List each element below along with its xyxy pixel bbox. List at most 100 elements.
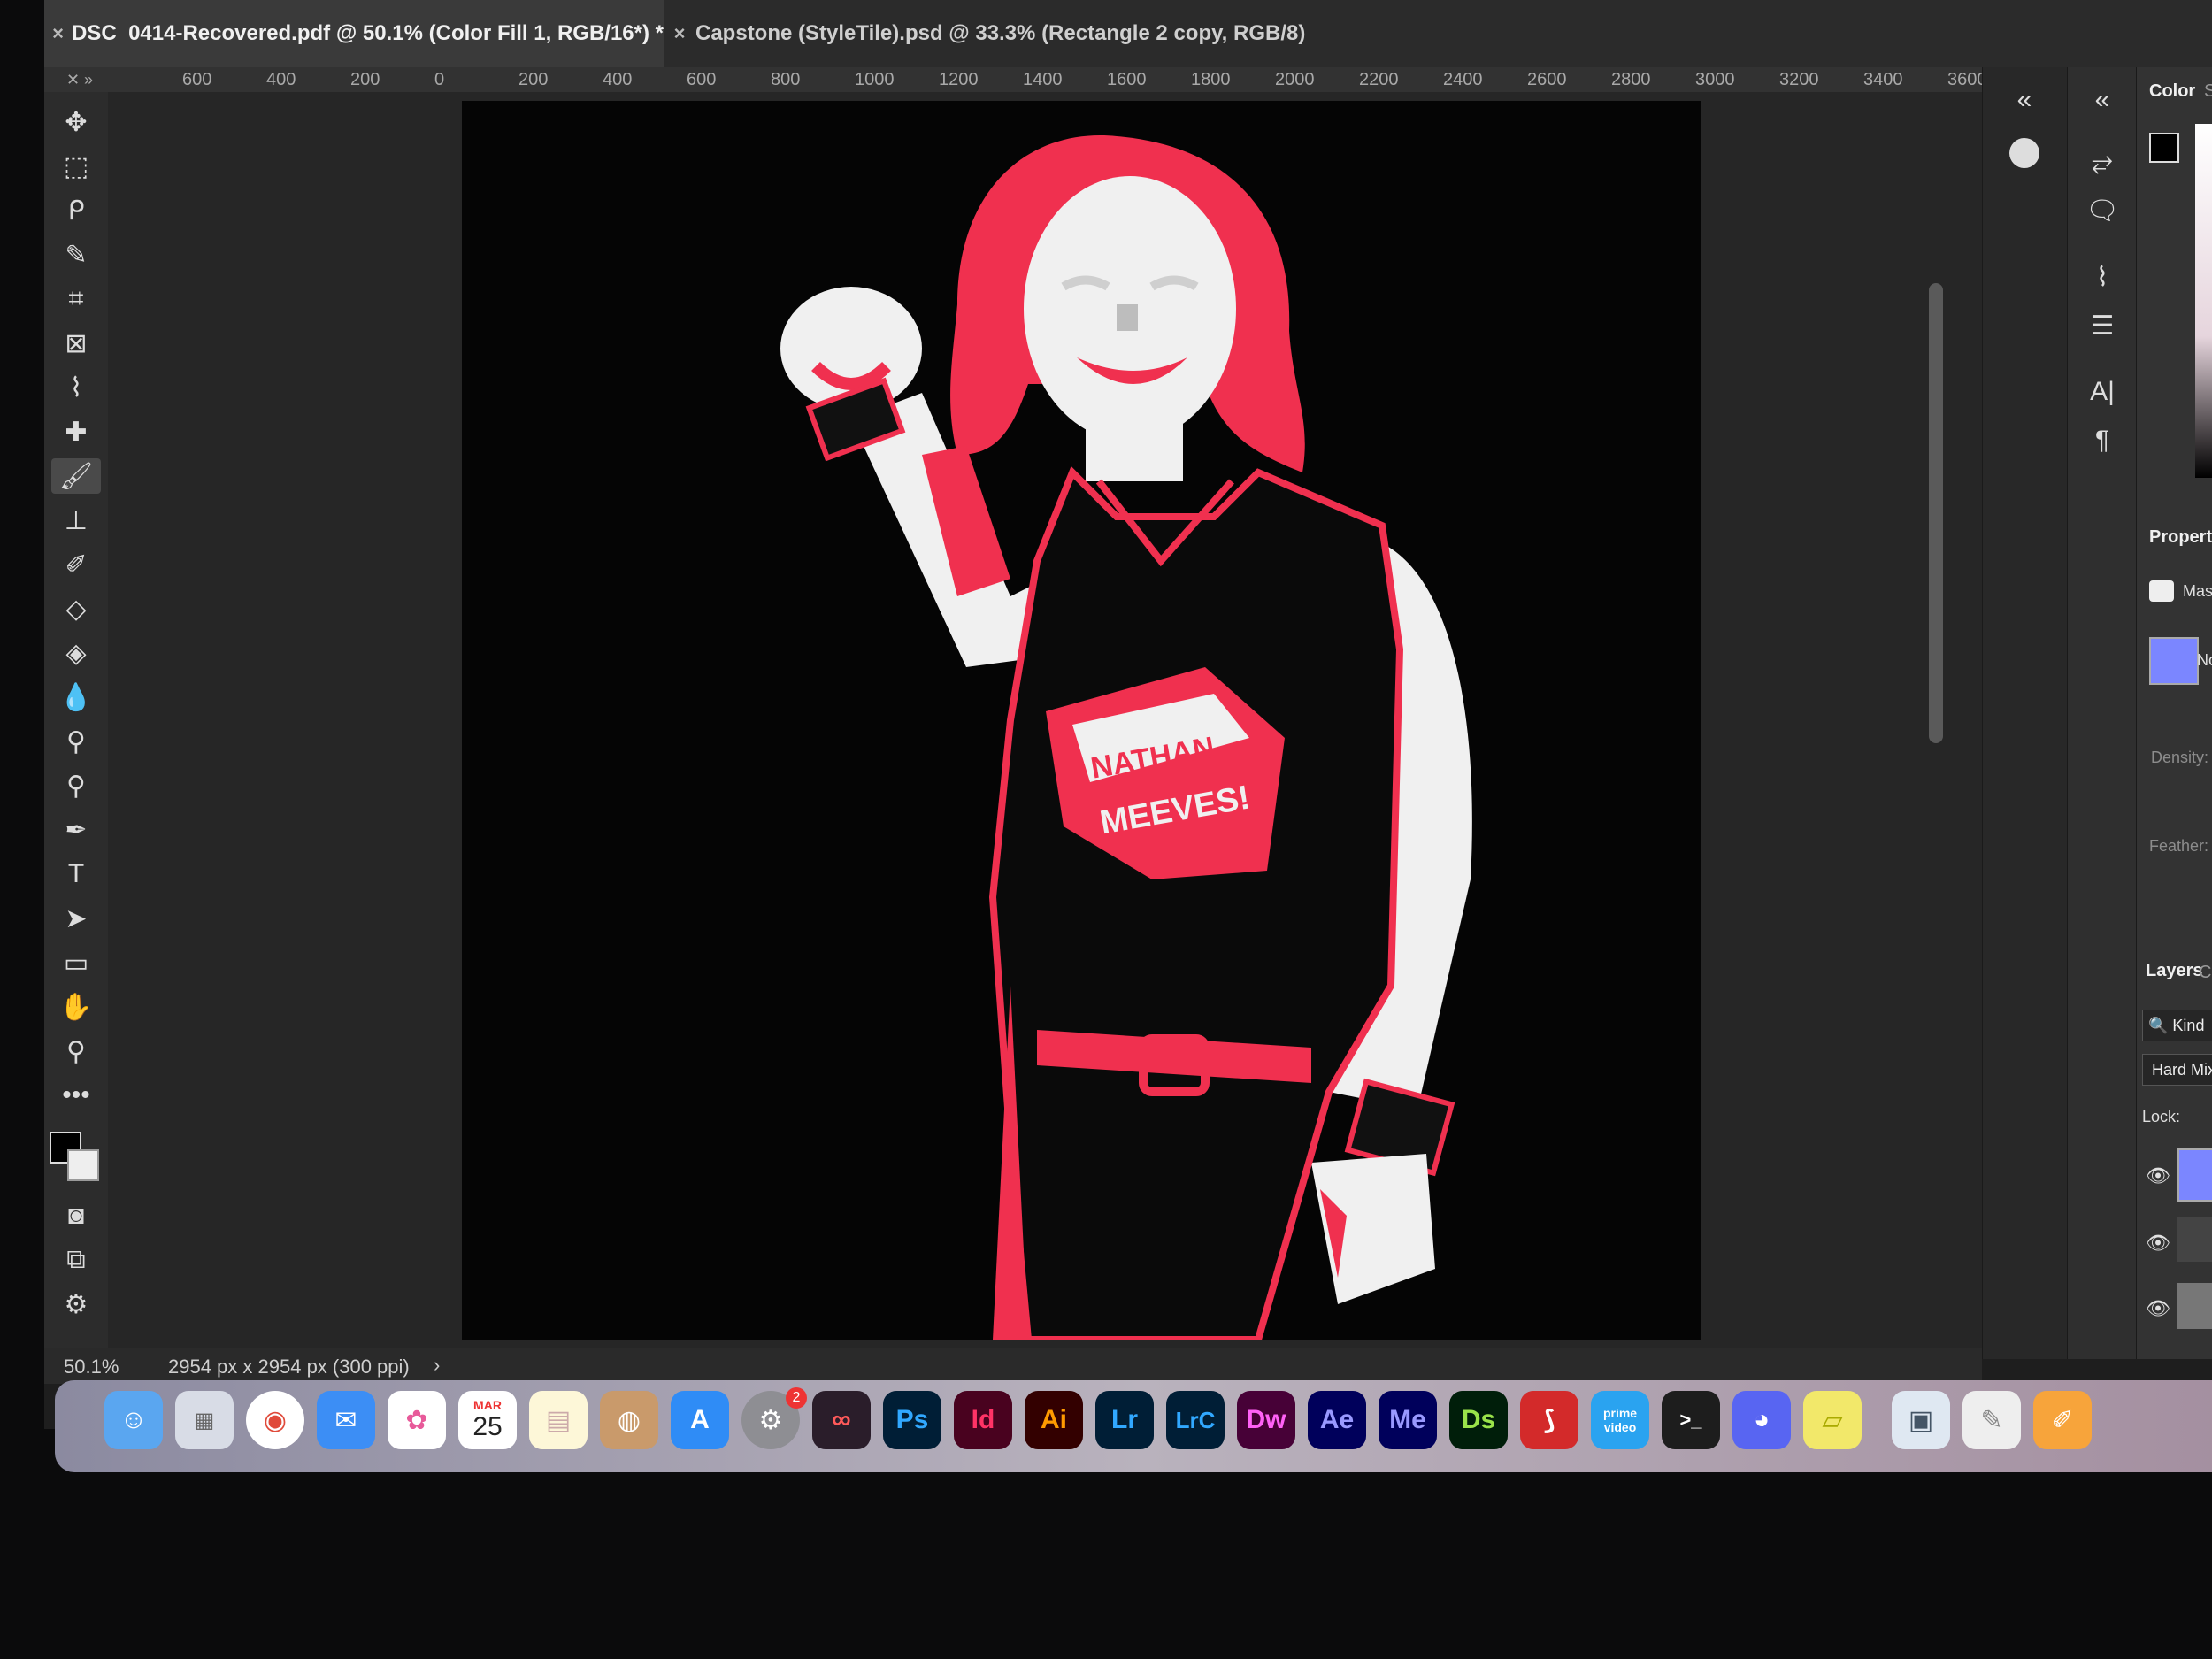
preview-icon[interactable]: ▣ (1892, 1391, 1950, 1449)
more-tools-icon[interactable]: ••• (51, 1078, 101, 1113)
tab-swatches[interactable]: Swatches (2204, 81, 2212, 102)
layer-kind-filter[interactable]: 🔍 Kind (2142, 1010, 2212, 1041)
path-select-icon[interactable]: ➤ (51, 901, 101, 936)
ruler-tick-label: 3400 (1863, 70, 1903, 89)
healing-brush-icon[interactable]: ✚ (51, 414, 101, 449)
lightroom-classic-app-icon[interactable]: LrC (1166, 1391, 1225, 1449)
properties-layers-panel: Color Swatches Properties Masks No mask … (2136, 67, 2212, 1359)
horizontal-ruler: 600 400 200 0 200 400 600 800 1000 1200 1400 1600 18… (115, 67, 1987, 93)
blur-tool-icon[interactable]: 💧 (51, 680, 101, 715)
dimension-app-icon[interactable]: Ds (1449, 1391, 1508, 1449)
status-more-chevron-icon[interactable]: › (434, 1354, 440, 1377)
tab-layers[interactable]: Layers (2146, 961, 2203, 981)
ruler-tick-label: 1200 (939, 70, 979, 89)
eraser-tool-icon[interactable]: ◇ (51, 591, 101, 626)
panel-collapse-icon[interactable]: ✕ » (44, 67, 115, 92)
tab-color[interactable]: Color (2149, 81, 2195, 102)
quick-select-tool-icon[interactable]: ✎ (51, 237, 101, 273)
layer-thumbnail-photo[interactable] (2177, 1283, 2212, 1329)
crop-tool-icon[interactable]: ⌗ (51, 281, 101, 317)
after-effects-app-icon[interactable]: Ae (1308, 1391, 1366, 1449)
document-canvas[interactable]: NATHAN MEEVES! (462, 101, 1701, 1343)
media-encoder-app-icon[interactable]: Me (1379, 1391, 1437, 1449)
paragraph-icon[interactable]: ¶ (2080, 426, 2124, 461)
libraries-icon[interactable] (2009, 138, 2039, 168)
panel-dock-collapsed: « (1982, 67, 2068, 1359)
finder-icon[interactable]: ☺ (104, 1391, 163, 1449)
canvas-pasteboard[interactable]: NATHAN MEEVES! (108, 92, 1982, 1357)
type-tool-icon[interactable]: T (51, 856, 101, 892)
pen-tool-icon[interactable]: ✒ (51, 812, 101, 848)
launchpad-icon[interactable]: ▦ (175, 1391, 234, 1449)
tab-channels[interactable]: Channels (2199, 963, 2212, 983)
layer-thumbnail-adjustment[interactable] (2177, 1217, 2212, 1262)
ruler-tick-label: 400 (603, 70, 633, 89)
photos-icon[interactable]: ✿ (388, 1391, 446, 1449)
calendar-icon[interactable]: MAR 25 (458, 1391, 517, 1449)
quick-mask-icon[interactable]: ◙ (51, 1198, 101, 1233)
frame-tool-icon[interactable]: ⊠ (51, 326, 101, 361)
paint-bucket-icon[interactable]: ◈ (51, 635, 101, 671)
chrome-icon[interactable]: ◉ (246, 1391, 304, 1449)
creative-cloud-icon[interactable]: ∞ (812, 1391, 871, 1449)
terminal-icon[interactable]: >_ (1662, 1391, 1720, 1449)
lightroom-app-icon[interactable]: Lr (1095, 1391, 1154, 1449)
close-tab-icon[interactable]: × (44, 22, 72, 45)
dodge-tool-icon[interactable]: ⚲ (51, 724, 101, 759)
blend-mode-select[interactable]: Hard Mix (2142, 1054, 2212, 1086)
prime-video-icon[interactable]: prime video (1591, 1391, 1649, 1449)
hand-tool-icon[interactable]: ✋ (51, 989, 101, 1025)
background-color-swatch[interactable] (67, 1149, 99, 1181)
close-tab-icon[interactable]: × (664, 22, 695, 45)
brush-tool-icon[interactable]: 🖌 (51, 458, 101, 494)
notes-icon[interactable]: ▤ (529, 1391, 588, 1449)
mail-icon[interactable]: ✉ (317, 1391, 375, 1449)
panel-collapse-icon[interactable]: « (2002, 85, 2047, 120)
tab-properties[interactable]: Properties (2149, 527, 2212, 548)
zoom-level[interactable]: 50.1% (64, 1356, 119, 1379)
history-icon[interactable]: ⥂ (2080, 147, 2124, 182)
app-store-icon[interactable]: A (671, 1391, 729, 1449)
illustrator-app-icon[interactable]: Ai (1025, 1391, 1083, 1449)
burn-tool-icon[interactable]: ⚲ (51, 768, 101, 803)
discord-icon[interactable]: ◕ (1732, 1391, 1791, 1449)
brush-settings-icon[interactable]: ⌇ (2080, 262, 2124, 297)
eyedropper-tool-icon[interactable]: ⌇ (51, 370, 101, 405)
vertical-scrollbar[interactable] (1929, 283, 1943, 743)
adjustments-icon[interactable]: ☰ (2080, 311, 2124, 346)
panel-collapse-icon[interactable]: « (2080, 85, 2124, 120)
color-foreground-swatch[interactable] (2149, 133, 2179, 163)
layer-thumbnail-color-fill[interactable] (2177, 1148, 2212, 1202)
document-dimensions: 2954 px x 2954 px (300 ppi) (168, 1356, 410, 1378)
indesign-app-icon[interactable]: Id (954, 1391, 1012, 1449)
visibility-eye-icon[interactable]: 👁 (2146, 1232, 2170, 1255)
lock-label: Lock: (2142, 1108, 2181, 1125)
macos-dock: ☺ ▦ ◉ ✉ ✿ MAR 25 ▤ ◍ A ⚙ 2 ∞ Ps Id Ai Lr… (55, 1380, 2212, 1472)
ruler-tick-label: 2400 (1443, 70, 1483, 89)
screen-mode-icon[interactable]: ⧉ (51, 1242, 101, 1278)
visibility-eye-icon[interactable]: 👁 (2146, 1164, 2170, 1187)
status-bar: 50.1% 2954 px x 2954 px (300 ppi) › (44, 1348, 1982, 1384)
move-tool-icon[interactable]: ✥ (51, 104, 101, 140)
acrobat-icon[interactable]: ⟆ (1520, 1391, 1578, 1449)
stickies-icon[interactable]: ▱ (1803, 1391, 1862, 1449)
character-icon[interactable]: A| (2080, 377, 2124, 412)
visibility-eye-icon[interactable]: 👁 (2146, 1297, 2170, 1320)
color-picker-field[interactable] (2195, 124, 2212, 478)
stamp-tool-icon[interactable]: ⊥ (51, 503, 101, 538)
ruler-tick-label: 3600 (1947, 70, 1987, 89)
tab-dsc-0414[interactable]: × DSC_0414-Recovered.pdf @ 50.1% (Color … (44, 0, 664, 67)
history-brush-icon[interactable]: ✐ (51, 547, 101, 582)
zoom-tool-icon[interactable]: ⚲ (51, 1033, 101, 1069)
textedit-icon[interactable]: ✎ (1962, 1391, 2021, 1449)
comments-icon[interactable]: 🗨 (2080, 196, 2124, 231)
marquee-tool-icon[interactable]: ⬚ (51, 149, 101, 184)
contacts-icon[interactable]: ◍ (600, 1391, 658, 1449)
photoshop-app-icon[interactable]: Ps (883, 1391, 941, 1449)
rectangle-tool-icon[interactable]: ▭ (51, 945, 101, 980)
tab-capstone[interactable]: × Capstone (StyleTile).psd @ 33.3% (Rect… (664, 0, 1336, 67)
lasso-tool-icon[interactable]: ᑭ (51, 193, 101, 228)
edit-toolbar-icon[interactable]: ⚙ (51, 1286, 101, 1322)
pages-icon[interactable]: ✐ (2033, 1391, 2092, 1449)
dreamweaver-app-icon[interactable]: Dw (1237, 1391, 1295, 1449)
